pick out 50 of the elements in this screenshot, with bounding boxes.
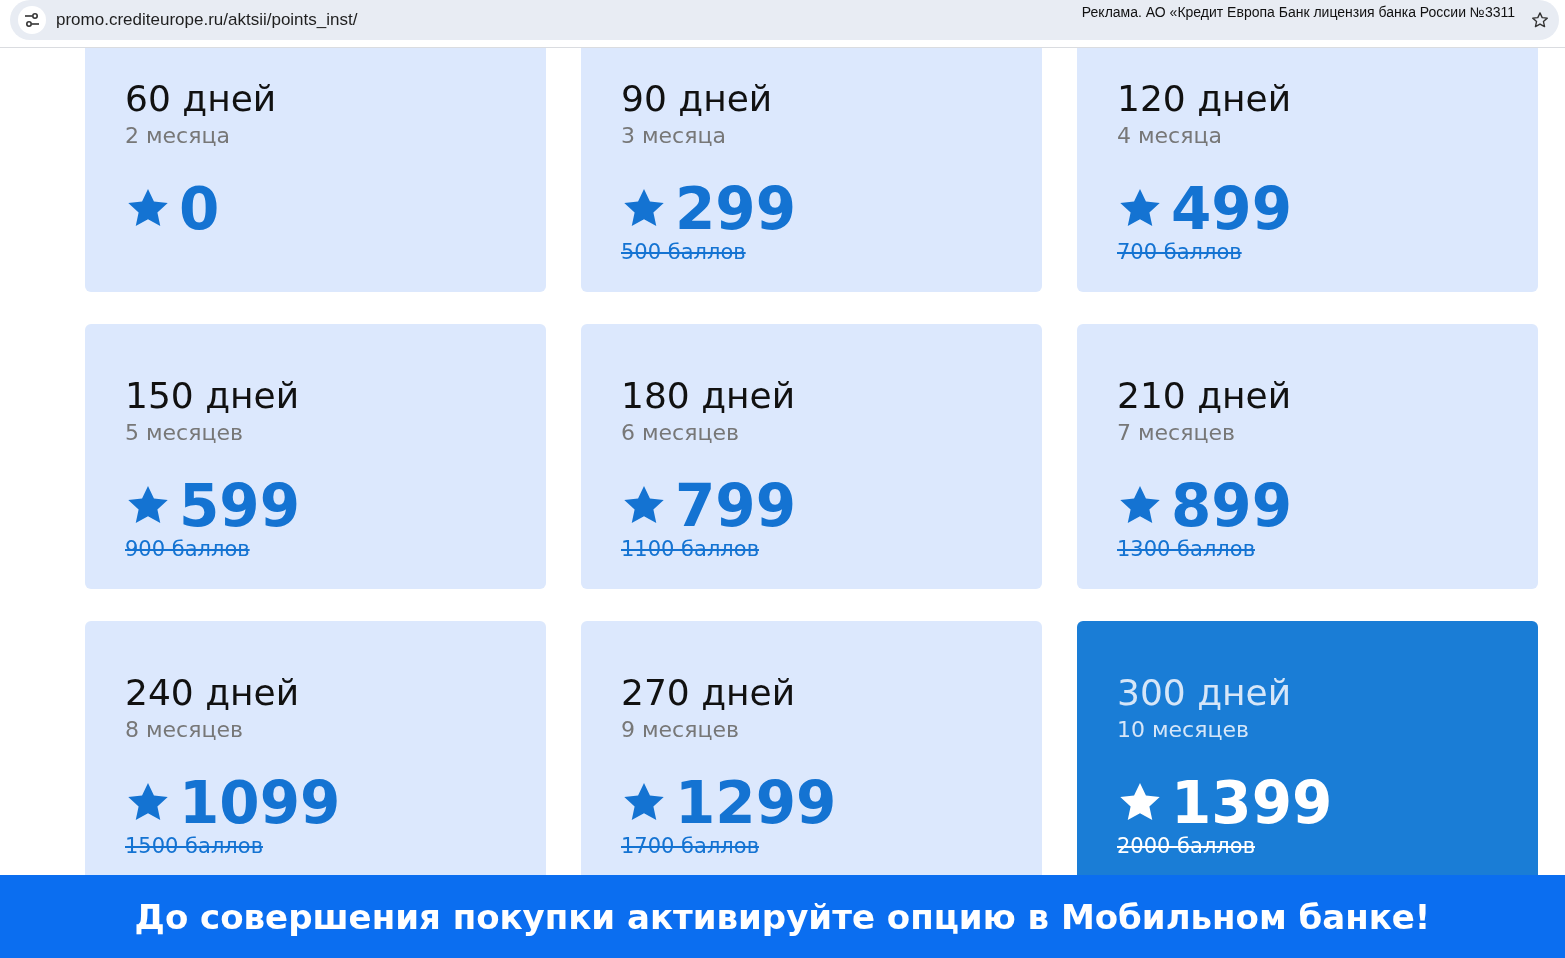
points-price: 1299 [675,774,837,832]
old-price: 1500 баллов [125,834,264,858]
plan-months: 2 месяца [125,123,231,148]
plan-duration: 210 дней [1117,374,1293,418]
ad-notice: Реклама. АО «Кредит Европа Банк лицензия банка России №3311 [1081,4,1515,20]
plan-card[interactable]: 270 дней 9 месяцев 1299 1700 баллов [581,621,1042,875]
points-price: 499 [1171,180,1293,238]
plan-months: 9 месяцев [621,717,740,742]
plan-card[interactable]: 60 дней 2 месяца 0 [85,48,546,292]
address-bar[interactable]: promo.crediteurope.ru/aktsii/points_inst/ Реклама. АО «Кредит Европа Банк лицензия банка России №3311 [10,0,1559,40]
points-price: 1099 [179,774,341,832]
plan-months: 7 месяцев [1117,420,1236,445]
plan-duration: 270 дней [621,671,797,715]
plan-card[interactable]: 240 дней 8 месяцев 1099 1500 баллов [85,621,546,875]
plan-duration: 240 дней [125,671,301,715]
old-price: 500 баллов [621,240,747,264]
old-price: 2000 баллов [1117,834,1256,858]
bookmark-star-icon[interactable] [1531,11,1549,29]
url-text: promo.crediteurope.ru/aktsii/points_inst/ [56,10,359,30]
site-settings-icon[interactable] [18,6,46,34]
plan-card[interactable]: 210 дней 7 месяцев 899 1300 баллов [1077,324,1538,589]
plan-card[interactable]: 300 дней 10 месяцев 1399 2000 баллов [1077,621,1538,875]
plan-duration: 300 дней [1117,671,1293,715]
plan-months: 4 месяца [1117,123,1223,148]
points-price: 799 [675,477,797,535]
old-price: 1300 баллов [1117,537,1256,561]
plan-duration: 180 дней [621,374,797,418]
plan-duration: 90 дней [621,77,774,121]
plan-card[interactable]: 90 дней 3 месяца 299 500 баллов [581,48,1042,292]
plan-months: 3 месяца [621,123,727,148]
old-price: 1700 баллов [621,834,760,858]
old-price: 900 баллов [125,537,251,561]
promo-banner: До совершения покупки активируйте опцию в Мобильном банке! [0,875,1565,958]
points-price: 599 [179,477,301,535]
plan-duration: 150 дней [125,374,301,418]
plan-months: 5 месяцев [125,420,244,445]
plan-months: 6 месяцев [621,420,740,445]
plan-card[interactable]: 150 дней 5 месяцев 599 900 баллов [85,324,546,589]
plan-card[interactable]: 180 дней 6 месяцев 799 1100 баллов [581,324,1042,589]
plan-duration: 120 дней [1117,77,1293,121]
plan-months: 10 месяцев [1117,717,1250,742]
plan-duration: 60 дней [125,77,278,121]
plan-card[interactable]: 120 дней 4 месяца 499 700 баллов [1077,48,1538,292]
old-price: 700 баллов [1117,240,1243,264]
points-price: 1399 [1171,774,1333,832]
points-price: 299 [675,180,797,238]
points-price: 0 [179,180,220,238]
plan-months: 8 месяцев [125,717,244,742]
old-price: 1100 баллов [621,537,760,561]
points-price: 899 [1171,477,1293,535]
